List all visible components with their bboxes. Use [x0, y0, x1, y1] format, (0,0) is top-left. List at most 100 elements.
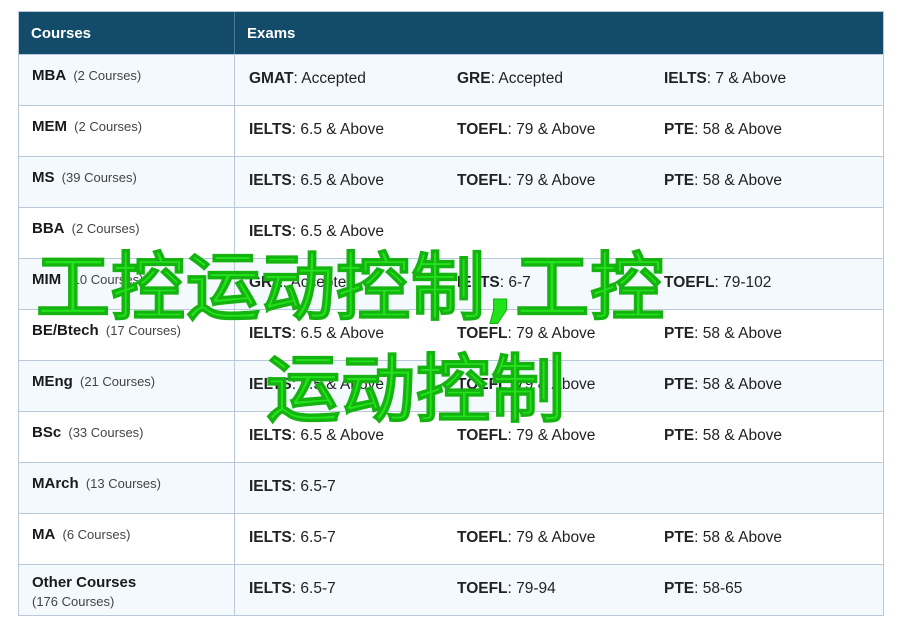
course-count: (21 Courses): [80, 374, 156, 389]
table-row: MEM (2 Courses) IELTS: 6.5 & Above TOEFL: …: [19, 105, 883, 156]
exams-cell: IELTS: 6.5 & Above TOEFL: 79 & Above PTE: …: [235, 106, 883, 156]
exam-score: : 58 & Above: [694, 427, 783, 444]
exam-name: PTE: [664, 121, 695, 138]
exam-score: : 79 & Above: [507, 121, 596, 138]
course-name[interactable]: MBA: [32, 67, 66, 84]
table-row: MBA (2 Courses) GMAT: Accepted GRE: Accept…: [19, 54, 883, 105]
exam-requirement: IELTS: 7 & Above: [664, 70, 786, 88]
exam-score: : 79 & Above: [507, 325, 596, 342]
exam-score: : Accepted: [282, 274, 355, 291]
courses-exams-table: Courses Exams MBA (2 Courses) GMAT: Accep…: [18, 11, 884, 616]
table-row: Other Courses (176 Courses) IELTS: 6.5-7 T…: [19, 564, 883, 615]
exams-cell: IELTS: 6.5-7: [235, 463, 883, 513]
course-name[interactable]: MIM: [32, 271, 61, 288]
exam-requirement: PTE: 58 & Above: [664, 325, 782, 343]
table-header: Courses Exams: [19, 12, 883, 54]
exam-name: PTE: [664, 529, 695, 546]
exam-name: PTE: [664, 580, 695, 597]
exam-name: IELTS: [457, 274, 500, 291]
exam-requirement: TOEFL: 79 & Above: [457, 325, 595, 343]
exam-name: IELTS: [249, 325, 292, 342]
header-courses: Courses: [19, 12, 235, 54]
exam-score: : 6.5 & Above: [291, 121, 384, 138]
exam-name: PTE: [664, 376, 695, 393]
exam-requirement: PTE: 58 & Above: [664, 427, 782, 445]
table-row: MArch (13 Courses) IELTS: 6.5-7: [19, 462, 883, 513]
exam-score: : 58-65: [694, 580, 743, 597]
exam-score: : 58 & Above: [694, 172, 783, 189]
exam-name: IELTS: [249, 427, 292, 444]
table-row: MIM (10 Courses) GRE: Accepted IELTS: 6-7 T…: [19, 258, 883, 309]
exam-score: : 79 & Above: [507, 529, 596, 546]
exam-name: TOEFL: [457, 325, 508, 342]
exam-name: GRE: [457, 70, 491, 87]
exam-requirement: GRE: Accepted: [249, 274, 355, 292]
course-name[interactable]: MEM: [32, 118, 67, 135]
course-cell: BE/Btech (17 Courses): [19, 310, 235, 360]
exam-score: : 58 & Above: [694, 325, 783, 342]
table-row: BBA (2 Courses) IELTS: 6.5 & Above: [19, 207, 883, 258]
exams-cell: GRE: Accepted IELTS: 6-7 TOEFL: 79-102: [235, 259, 883, 309]
exam-name: TOEFL: [664, 274, 715, 291]
course-count: (2 Courses): [71, 221, 140, 236]
exam-requirement: PTE: 58 & Above: [664, 529, 782, 547]
table-row: MS (39 Courses) IELTS: 6.5 & Above TOEFL: …: [19, 156, 883, 207]
exams-cell: GMAT: Accepted GRE: Accepted IELTS: 7 & Ab…: [235, 55, 883, 105]
course-name[interactable]: Other Courses: [32, 574, 136, 591]
course-count: (39 Courses): [61, 170, 137, 185]
exam-requirement: IELTS: 6.5-7: [249, 529, 336, 547]
course-count: (10 Courses): [68, 272, 144, 287]
exam-requirement: IELTS: 6.5 & Above: [249, 325, 384, 343]
course-cell: MS (39 Courses): [19, 157, 235, 207]
course-name[interactable]: BE/Btech: [32, 322, 99, 339]
exams-cell: IELTS: 6.5 & Above TOEFL: 79 & Above PTE: …: [235, 361, 883, 411]
exam-requirement: IELTS: 6.5-7: [249, 580, 336, 598]
exam-name: IELTS: [249, 376, 292, 393]
exam-score: : 6-7: [499, 274, 531, 291]
exam-name: IELTS: [249, 580, 292, 597]
exam-requirement: TOEFL: 79 & Above: [457, 529, 595, 547]
exam-name: TOEFL: [457, 172, 508, 189]
course-name[interactable]: BSc: [32, 424, 61, 441]
course-name[interactable]: MArch: [32, 475, 79, 492]
exam-score: : 79-102: [714, 274, 772, 291]
exam-score: : 6.5 & Above: [291, 325, 384, 342]
exam-score: : 6.5-7: [291, 478, 336, 495]
course-name[interactable]: MS: [32, 169, 55, 186]
exam-name: IELTS: [249, 121, 292, 138]
exams-cell: IELTS: 6.5-7 TOEFL: 79-94 PTE: 58-65: [235, 565, 883, 615]
exam-score: : 6.5 & Above: [291, 376, 384, 393]
course-name[interactable]: BBA: [32, 220, 65, 237]
course-cell: MEM (2 Courses): [19, 106, 235, 156]
course-name[interactable]: MA: [32, 526, 55, 543]
exam-name: GMAT: [249, 70, 294, 87]
exam-requirement: TOEFL: 79 & Above: [457, 427, 595, 445]
table-row: BE/Btech (17 Courses) IELTS: 6.5 & Above T…: [19, 309, 883, 360]
exam-name: IELTS: [249, 529, 292, 546]
course-count: (33 Courses): [68, 425, 144, 440]
exam-name: TOEFL: [457, 427, 508, 444]
exams-cell: IELTS: 6.5 & Above TOEFL: 79 & Above PTE: …: [235, 412, 883, 462]
exam-name: TOEFL: [457, 376, 508, 393]
course-count: (6 Courses): [62, 527, 131, 542]
exam-name: PTE: [664, 172, 695, 189]
exam-name: IELTS: [249, 172, 292, 189]
exam-requirement: TOEFL: 79 & Above: [457, 172, 595, 190]
exam-requirement: PTE: 58 & Above: [664, 121, 782, 139]
exam-requirement: IELTS: 6.5 & Above: [249, 223, 384, 241]
exam-requirement: IELTS: 6.5 & Above: [249, 172, 384, 190]
exam-score: : 58 & Above: [694, 529, 783, 546]
exam-requirement: TOEFL: 79 & Above: [457, 376, 595, 394]
exam-requirement: IELTS: 6-7: [457, 274, 531, 292]
exam-score: : 6.5 & Above: [291, 172, 384, 189]
course-cell: MArch (13 Courses): [19, 463, 235, 513]
table-body: MBA (2 Courses) GMAT: Accepted GRE: Accept…: [19, 54, 883, 615]
exam-requirement: TOEFL: 79-102: [664, 274, 771, 292]
exam-score: : 6.5 & Above: [291, 427, 384, 444]
course-name[interactable]: MEng: [32, 373, 73, 390]
exams-cell: IELTS: 6.5 & Above: [235, 208, 883, 258]
exam-requirement: TOEFL: 79-94: [457, 580, 556, 598]
table-row: MA (6 Courses) IELTS: 6.5-7 TOEFL: 79 & Ab…: [19, 513, 883, 564]
exam-score: : 79 & Above: [507, 427, 596, 444]
exam-score: : Accepted: [293, 70, 366, 87]
